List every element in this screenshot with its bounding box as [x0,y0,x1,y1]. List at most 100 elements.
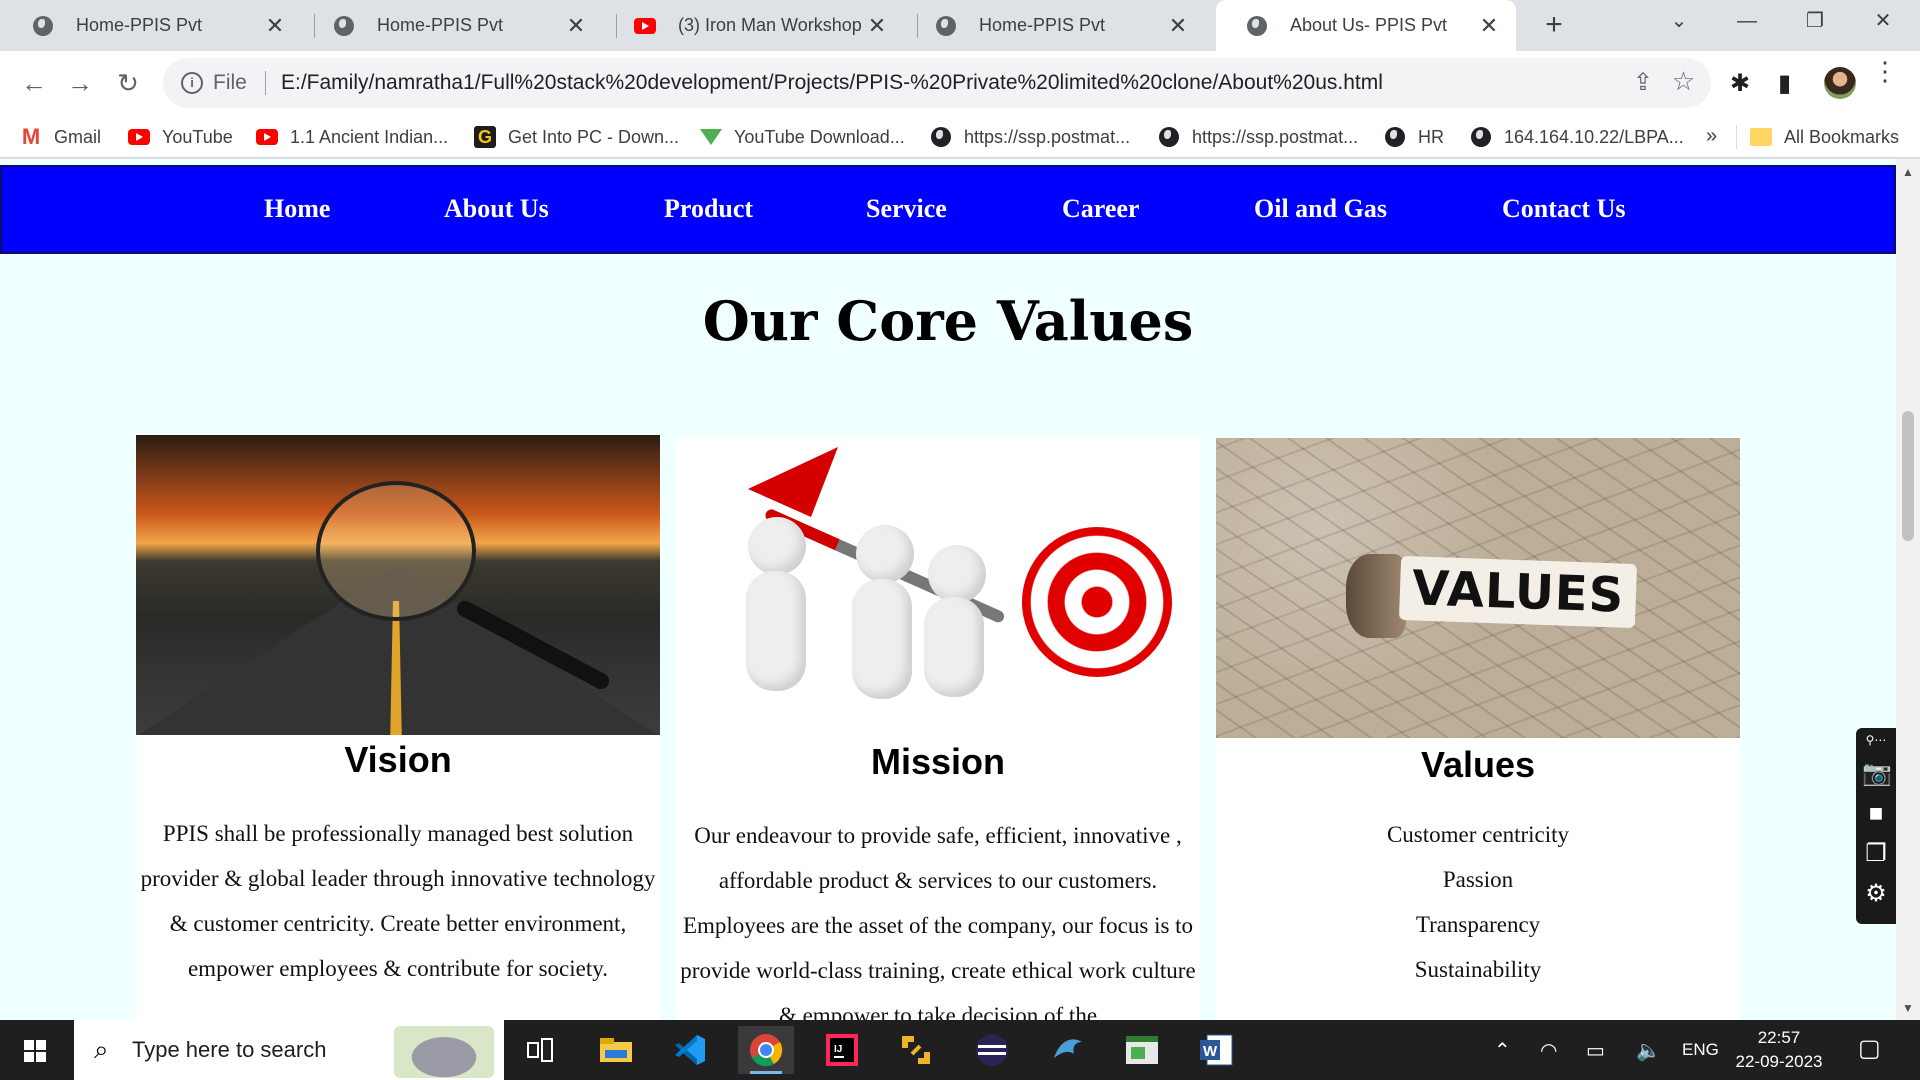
tab-1[interactable]: Home-PPIS Pvt ✕ [2,0,302,51]
pin-icon[interactable]: ⚲⋯ [1862,732,1890,748]
info-icon[interactable]: i [181,72,203,94]
search-tabs-button[interactable]: ⌄ [1648,0,1710,44]
scroll-down-arrow[interactable]: ▼ [1902,1001,1914,1015]
bookmark-youtube[interactable]: YouTube [128,123,233,151]
bookmark-label: YouTube Download... [734,126,905,147]
close-icon[interactable]: ✕ [262,13,288,39]
bookmark-label: HR [1418,126,1444,147]
language-indicator[interactable]: ENG [1682,1040,1719,1060]
download-icon [700,126,722,148]
notification-icon[interactable]: ▢ [1858,1034,1881,1063]
tab-2[interactable]: Home-PPIS Pvt ✕ [303,0,603,51]
close-icon[interactable]: ✕ [1476,13,1502,39]
bookmark-hr[interactable]: HR [1384,123,1444,151]
capture-toolbar: ⚲⋯ 📷 ■ ❐ ⚙ [1856,728,1896,924]
gear-icon[interactable]: ⚙ [1862,880,1890,908]
globe-icon [1470,126,1492,148]
tab-4[interactable]: Home-PPIS Pvt ✕ [905,0,1205,51]
globe-icon [935,15,957,37]
vscode-icon[interactable] [662,1026,718,1074]
close-icon[interactable]: ✕ [1165,13,1191,39]
back-button[interactable]: ← [14,63,54,103]
page-viewport: Home About Us Product Service Career Oil… [0,159,1896,1020]
globe-icon [333,15,355,37]
chevron-up-icon[interactable]: ⌃ [1494,1038,1511,1063]
nav-about-us[interactable]: About Us [444,194,549,224]
clock-time: 22:57 [1757,1028,1801,1047]
scroll-up-arrow[interactable]: ▲ [1902,165,1914,179]
reload-button[interactable]: ↻ [108,63,148,103]
scroll-thumb[interactable] [1902,411,1914,541]
bookmarks-bar: M Gmail YouTube 1.1 Ancient Indian... G … [0,115,1920,158]
bookmark-getintopc[interactable]: G Get Into PC - Down... [474,123,679,151]
app-icon[interactable] [888,1026,944,1074]
all-bookmarks-label: All Bookmarks [1784,126,1900,147]
getintopc-icon: G [474,126,496,148]
tab-5-active[interactable]: About Us- PPIS Pvt ✕ [1216,0,1516,51]
page-scrollbar[interactable]: ▲ ▼ [1896,159,1920,1020]
nav-career[interactable]: Career [1062,194,1139,224]
nav-contact-us[interactable]: Contact Us [1502,194,1626,224]
extensions-icon[interactable]: ✱ [1730,69,1750,98]
bookmark-ssp-1[interactable]: https://ssp.postmat... [930,123,1130,151]
nav-home[interactable]: Home [264,194,330,224]
bookmark-ssp-2[interactable]: https://ssp.postmat... [1158,123,1358,151]
all-bookmarks-button[interactable]: All Bookmarks [1750,123,1899,151]
magnifying-glass-icon [316,481,476,621]
window-close-button[interactable]: ✕ [1852,0,1914,44]
forward-button[interactable]: → [60,63,100,103]
window-icon[interactable]: ❐ [1862,840,1890,868]
new-tab-button[interactable]: + [1536,8,1572,44]
nav-oil-and-gas[interactable]: Oil and Gas [1254,194,1387,224]
values-card: VALUES Values Customer centricity Passio… [1216,438,1740,1020]
tab-title: Home-PPIS Pvt [979,15,1106,35]
tab-title: About Us- PPIS Pvt [1290,15,1448,35]
youtube-icon [128,126,150,148]
address-bar[interactable]: i File E:/Family/namratha1/Full%20stack%… [163,58,1711,108]
bookmark-label: Get Into PC - Down... [508,126,680,147]
profile-avatar[interactable] [1824,67,1856,99]
menu-icon[interactable]: ⋮ [1872,58,1898,84]
close-icon[interactable]: ✕ [563,13,589,39]
app-icon[interactable] [1114,1026,1170,1074]
tab-3[interactable]: (3) Iron Man Workshop R ✕ [604,0,904,51]
nav-product[interactable]: Product [664,194,753,224]
bookmark-ancient-indian[interactable]: 1.1 Ancient Indian... [256,123,448,151]
eclipse-icon[interactable] [964,1026,1020,1074]
page-title: Our Core Values [702,289,1194,353]
system-clock[interactable]: 22:57 22-09-2023 [1734,1026,1824,1074]
battery-icon[interactable]: ▭ [1586,1038,1605,1063]
minimize-button[interactable]: — [1716,0,1778,44]
bookmark-lbpa[interactable]: 164.164.10.22/LBPA... [1470,123,1684,151]
bookmark-youtube-download[interactable]: YouTube Download... [700,123,905,151]
bookmark-label: 1.1 Ancient Indian... [290,126,449,147]
side-panel-icon[interactable]: ▮ [1778,69,1791,98]
bookmark-gmail[interactable]: M Gmail [20,123,101,151]
taskbar-search[interactable]: ⌕ Type here to search [74,1020,504,1080]
restore-button[interactable]: ❐ [1784,0,1846,44]
vision-title: Vision [344,739,452,780]
nav-service[interactable]: Service [866,194,947,224]
values-image-word: VALUES [1398,555,1638,629]
mysql-icon[interactable] [1040,1026,1096,1074]
windows-start-icon[interactable] [24,1040,46,1062]
task-view-icon[interactable] [512,1026,568,1074]
globe-icon [930,126,952,148]
camera-icon[interactable]: 📷 [1862,760,1892,788]
file-explorer-icon[interactable] [588,1026,644,1074]
wifi-icon[interactable]: ◠ [1540,1038,1557,1063]
bookmark-star-icon[interactable]: ☆ [1672,66,1695,97]
intellij-icon[interactable]: IJ [814,1026,870,1074]
video-icon[interactable]: ■ [1862,800,1890,828]
bookmark-label: 164.164.10.22/LBPA... [1504,126,1684,147]
url-scheme: File [213,71,247,94]
chrome-icon[interactable] [738,1026,794,1074]
share-icon[interactable]: ⇪ [1633,68,1653,97]
word-icon[interactable]: W [1188,1026,1244,1074]
search-placeholder: Type here to search [132,1037,327,1062]
bookmarks-overflow-button[interactable]: » [1706,125,1717,148]
close-icon[interactable]: ✕ [864,13,890,39]
bookmark-label: https://ssp.postmat... [964,126,1131,147]
volume-icon[interactable]: 🔈 [1636,1038,1661,1063]
url-text[interactable]: E:/Family/namratha1/Full%20stack%20devel… [281,71,1383,95]
